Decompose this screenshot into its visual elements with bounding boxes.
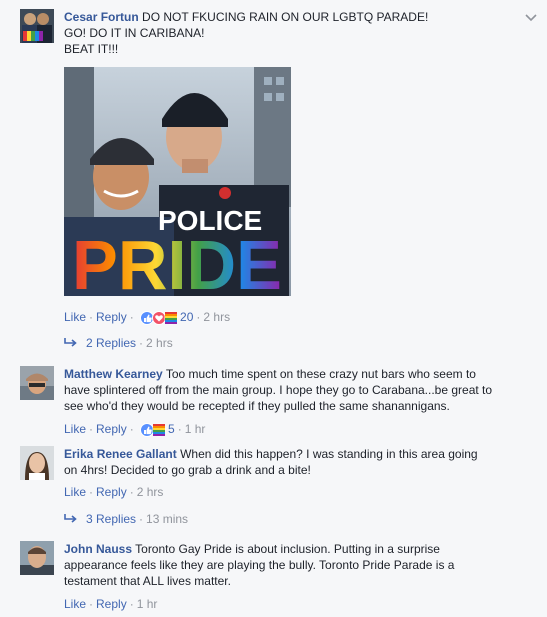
comment-body: John Nauss Toronto Gay Pride is about in… <box>64 541 533 589</box>
comment-actions: Like · Reply · 1 hr <box>64 596 157 612</box>
comment-matthew-kearney: Matthew Kearney Too much time spent on t… <box>0 360 547 440</box>
comment-author[interactable]: Cesar Fortun <box>64 10 139 24</box>
comment-text-line: appearance feels like they are playing t… <box>64 558 455 572</box>
avatar[interactable] <box>20 541 54 575</box>
photo-illustration: POLICE PRIDE <box>64 67 291 296</box>
separator-dot: · <box>89 597 94 611</box>
comment-actions: Like · Reply · 20 · 2 hrs <box>64 309 230 325</box>
separator-dot: · <box>129 310 134 324</box>
comment-time[interactable]: 2 hrs <box>137 485 164 499</box>
pride-reaction-icon <box>152 423 166 437</box>
avatar[interactable] <box>20 366 54 400</box>
separator-dot: · <box>196 310 201 324</box>
avatar-cesar-image <box>20 9 54 43</box>
view-replies[interactable]: 2 Replies · 2 hrs <box>64 335 173 351</box>
separator-dot: · <box>89 422 94 436</box>
avatar-erika-image <box>20 446 54 480</box>
separator-dot: · <box>139 512 144 526</box>
comment-john-nauss: John Nauss Toronto Gay Pride is about in… <box>0 535 547 617</box>
pride-label: PRIDE <box>72 226 282 296</box>
separator-dot: · <box>139 336 144 350</box>
separator-dot: · <box>129 422 134 436</box>
separator-dot: · <box>177 422 182 436</box>
replies-link[interactable]: 2 Replies <box>86 336 136 350</box>
comment-author[interactable]: Erika Renee Gallant <box>64 447 177 461</box>
reply-arrow-icon <box>64 335 86 351</box>
comment-text-line: GO! DO IT IN CARIBANA! <box>64 26 205 40</box>
avatar[interactable] <box>20 446 54 480</box>
comment-text-line: testament that ALL lives matter. <box>64 574 231 588</box>
comment-text-line: see who'd they would be recepted if they… <box>64 399 450 413</box>
reply-button[interactable]: Reply <box>96 422 127 436</box>
reactions[interactable] <box>140 310 178 325</box>
replies-link[interactable]: 3 Replies <box>86 512 136 526</box>
reaction-count[interactable]: 5 <box>168 422 175 436</box>
avatar-john-image <box>20 541 54 575</box>
comment-text-line: have splintered off from the main group.… <box>64 383 493 397</box>
like-reaction-icon <box>140 310 155 325</box>
comment-text-line: Too much time spent on these crazy nut b… <box>165 367 476 381</box>
comment-text-line: DO NOT FKUCING RAIN ON OUR LGBTQ PARADE! <box>142 10 429 24</box>
comment-time[interactable]: 2 hrs <box>203 310 230 324</box>
comment-photo[interactable]: POLICE PRIDE <box>64 67 291 296</box>
like-button[interactable]: Like <box>64 597 86 611</box>
reply-button[interactable]: Reply <box>96 485 127 499</box>
replies-time: 13 mins <box>146 512 189 526</box>
comment-author[interactable]: Matthew Kearney <box>64 367 163 381</box>
love-reaction-icon <box>152 310 167 325</box>
like-button[interactable]: Like <box>64 485 86 499</box>
comment-body: Matthew Kearney Too much time spent on t… <box>64 366 533 414</box>
reply-arrow-icon <box>64 511 86 527</box>
separator-dot: · <box>89 310 94 324</box>
separator-dot: · <box>129 597 134 611</box>
comment-text-line: on 4hrs! Decided to go grab a drink and … <box>64 463 311 477</box>
separator-dot: · <box>129 485 134 499</box>
like-button[interactable]: Like <box>64 310 86 324</box>
comment-erika-renee-gallant: Erika Renee Gallant When did this happen… <box>0 440 547 530</box>
comment-body: Cesar Fortun DO NOT FKUCING RAIN ON OUR … <box>64 9 533 57</box>
avatar[interactable] <box>20 9 54 43</box>
pride-reaction-icon <box>164 311 178 325</box>
reactions[interactable] <box>140 422 166 437</box>
like-reaction-icon <box>140 422 155 437</box>
reaction-count[interactable]: 20 <box>180 310 193 324</box>
comment-actions: Like · Reply · 2 hrs <box>64 484 163 500</box>
separator-dot: · <box>89 485 94 499</box>
comment-author[interactable]: John Nauss <box>64 542 132 556</box>
view-replies[interactable]: 3 Replies · 13 mins <box>64 511 188 527</box>
comment-time[interactable]: 1 hr <box>185 422 206 436</box>
replies-time: 2 hrs <box>146 336 173 350</box>
comment-actions: Like · Reply · 5 · 1 hr <box>64 421 205 437</box>
comment-text-line: When did this happen? I was standing in … <box>180 447 478 461</box>
like-button[interactable]: Like <box>64 422 86 436</box>
comment-body: Erika Renee Gallant When did this happen… <box>64 446 533 478</box>
comment-text-line: BEAT IT!!! <box>64 42 119 56</box>
comment-cesar-fortun: Cesar Fortun DO NOT FKUCING RAIN ON OUR … <box>0 0 547 350</box>
chevron-down-icon[interactable] <box>524 12 538 22</box>
avatar-matthew-image <box>20 366 54 400</box>
reply-button[interactable]: Reply <box>96 310 127 324</box>
comment-text-line: Toronto Gay Pride is about inclusion. Pu… <box>135 542 440 556</box>
comment-time[interactable]: 1 hr <box>137 597 158 611</box>
reply-button[interactable]: Reply <box>96 597 127 611</box>
